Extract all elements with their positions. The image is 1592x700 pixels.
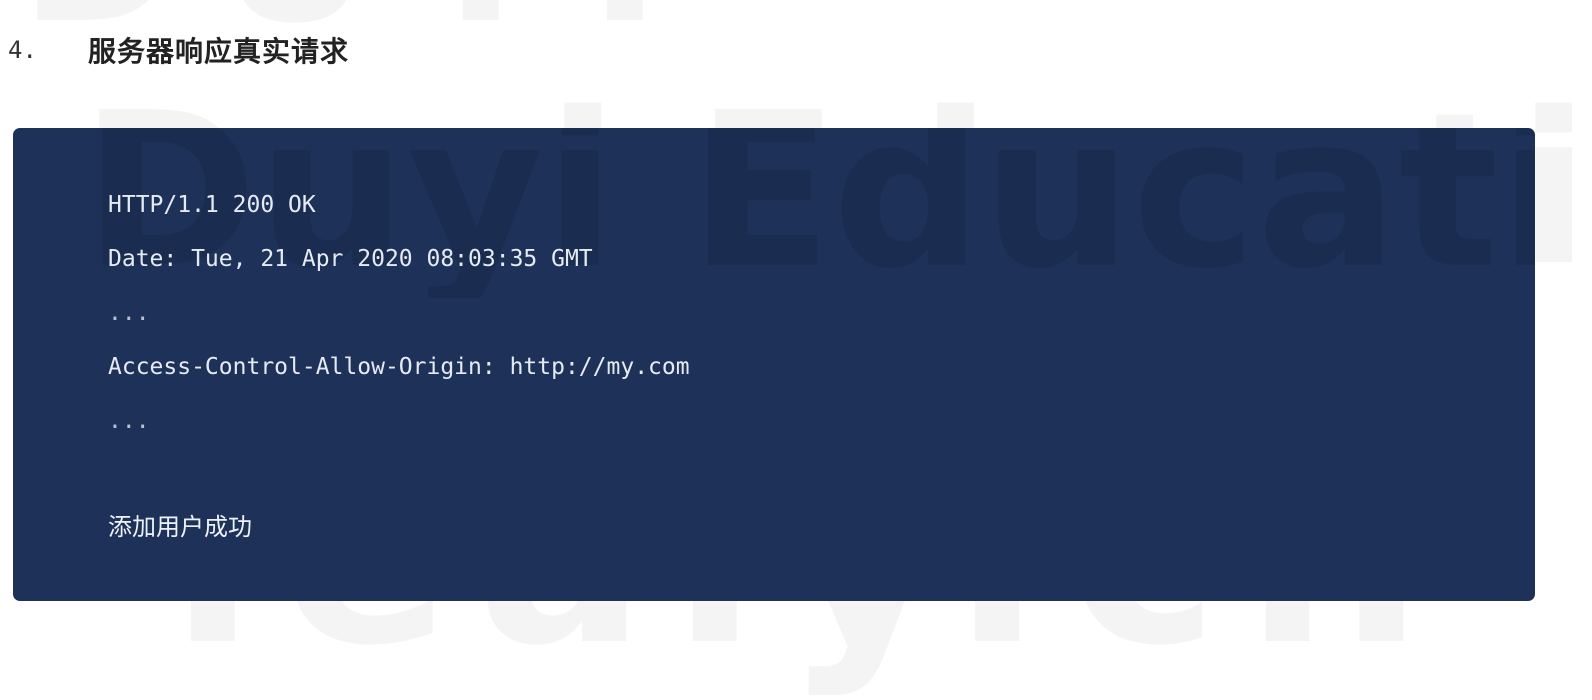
code-line-ellipsis: ... <box>108 408 150 434</box>
heading-title: 服务器响应真实请求 <box>88 35 350 68</box>
code-content: HTTP/1.1 200 OK Date: Tue, 21 Apr 2020 0… <box>108 186 1535 546</box>
code-line-access-control: Access-Control-Allow-Origin: http://my.c… <box>108 354 690 380</box>
response-body: 添加用户成功 <box>108 513 252 541</box>
section-heading: 4. 服务器响应真实请求 <box>8 28 349 72</box>
heading-number: 4. <box>8 36 37 64</box>
code-block: Duyi Educatio HTTP/1.1 200 OK Date: Tue,… <box>13 128 1535 601</box>
code-line-ellipsis: ... <box>108 300 150 326</box>
code-line-date: Date: Tue, 21 Apr 2020 08:03:35 GMT <box>108 246 593 272</box>
code-line-status: HTTP/1.1 200 OK <box>108 192 316 218</box>
